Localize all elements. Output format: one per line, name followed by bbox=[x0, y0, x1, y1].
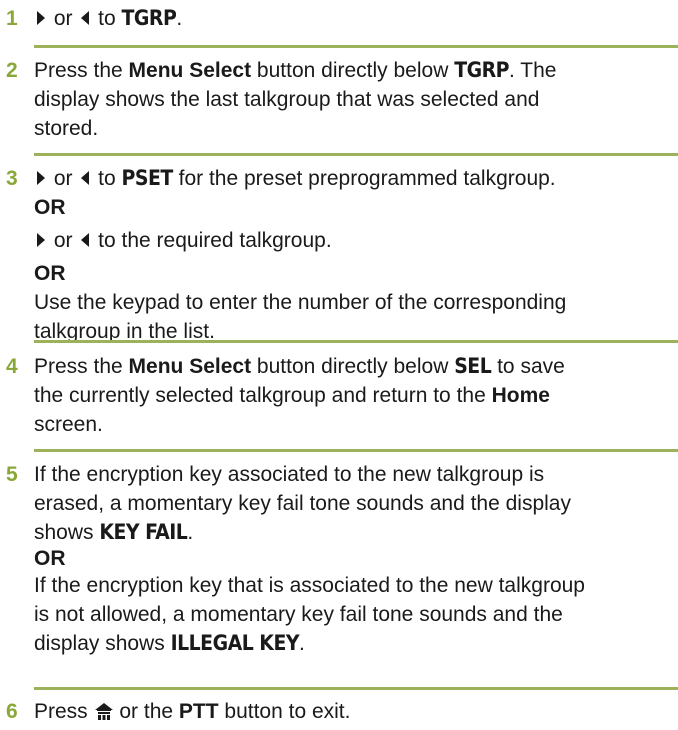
divider bbox=[34, 687, 678, 690]
home-label: Home bbox=[491, 384, 550, 407]
step-1: 1 or to TGRP. bbox=[0, 4, 678, 33]
step-text: or to TGRP. bbox=[34, 4, 668, 33]
step-2: 2 Press the Menu Select button directly … bbox=[6, 58, 557, 140]
or-label: OR bbox=[34, 196, 66, 219]
step-3: 3 or to PSET for the preset preprogramme… bbox=[0, 164, 678, 346]
display-text: KEY FAIL bbox=[99, 520, 188, 544]
step-number: 1 bbox=[6, 7, 18, 30]
menu-select-label: Menu Select bbox=[128, 355, 252, 378]
divider bbox=[34, 449, 678, 452]
divider bbox=[34, 340, 678, 343]
step-5: 5 If the encryption key associated to th… bbox=[0, 460, 678, 658]
or-label: OR bbox=[34, 547, 66, 570]
ptt-label: PTT bbox=[178, 700, 219, 723]
step-number: 4 bbox=[6, 355, 18, 378]
step-number: 6 bbox=[6, 700, 18, 723]
divider bbox=[34, 45, 678, 48]
right-arrow-icon bbox=[37, 11, 45, 25]
divider bbox=[34, 153, 678, 156]
or-label: OR bbox=[34, 262, 66, 285]
menu-select-label: Menu Select bbox=[128, 59, 252, 82]
right-arrow-icon bbox=[37, 171, 45, 185]
display-text: SEL bbox=[454, 354, 492, 378]
display-text: TGRP bbox=[454, 58, 509, 82]
right-arrow-icon bbox=[37, 233, 45, 247]
display-text: ILLEGAL KEY bbox=[170, 631, 300, 655]
step-4: 4 Press the Menu Select button directly … bbox=[6, 354, 565, 436]
step-number: 5 bbox=[6, 463, 18, 486]
step-number: 2 bbox=[6, 59, 18, 82]
left-arrow-icon bbox=[81, 171, 90, 185]
home-icon bbox=[94, 703, 113, 720]
left-arrow-icon bbox=[81, 233, 90, 247]
step-6: 6 Press or the PTT button to exit. bbox=[0, 697, 678, 726]
display-text: PSET bbox=[121, 166, 174, 190]
display-text: TGRP bbox=[121, 6, 177, 30]
step-number: 3 bbox=[6, 167, 18, 190]
left-arrow-icon bbox=[81, 11, 90, 25]
